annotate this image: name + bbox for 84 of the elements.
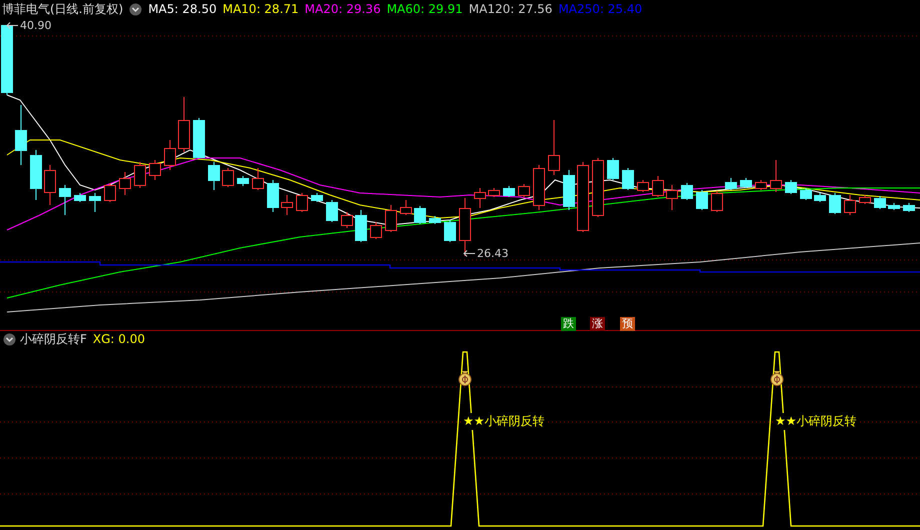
falling-candlestick [681,182,693,200]
rising-candlestick [666,184,678,210]
rising-candlestick [119,172,131,196]
moving-average-label: MA10: 28.71 [222,2,299,16]
indicator-value: XG: 0.00 [92,332,146,346]
rising-candlestick [548,120,560,176]
falling-candlestick [503,186,515,198]
left-arrow-icon [6,22,18,29]
falling-candlestick [740,178,752,188]
rising-candlestick [222,168,234,188]
moving-average-label: MA5: 28.50 [148,2,217,16]
falling-candlestick [237,176,249,186]
falling-candlestick [326,200,338,222]
rising-candlestick [711,190,723,212]
money-bag-icon [458,371,472,386]
falling-candlestick [563,170,575,210]
rising-candlestick [637,180,649,192]
falling-candlestick [355,210,367,242]
signal-marker: 预 [620,317,635,331]
falling-candlestick [888,202,900,210]
rising-candlestick [592,158,604,218]
falling-candlestick [696,190,708,210]
rising-candlestick [281,194,293,216]
indicator-title: 小碎阴反转F [20,330,87,348]
falling-candlestick [1,24,13,96]
rising-candlestick [400,200,412,216]
rising-candlestick [252,168,264,190]
rising-candlestick [577,162,589,232]
rising-candlestick [474,188,486,208]
low-price-label: 26.43 [477,247,508,260]
falling-candlestick [874,196,886,210]
signal-marker: 跌 [561,317,576,331]
rising-candlestick [459,198,471,256]
rising-candlestick [178,96,190,152]
rising-candlestick [385,204,397,232]
falling-candlestick [725,178,737,190]
rising-candlestick [370,222,382,240]
falling-candlestick [814,192,826,202]
rising-candlestick [518,184,530,198]
falling-candlestick [622,168,634,190]
falling-candlestick [59,184,71,216]
rising-candlestick [149,160,161,180]
falling-candlestick [785,180,797,194]
rising-candlestick [341,212,353,228]
dropdown-chevron-icon[interactable] [3,332,16,346]
rising-candlestick [164,140,176,170]
falling-candlestick [607,158,619,180]
falling-candlestick [208,162,220,190]
signal-label: ★★小碎阴反转 [463,413,545,430]
rising-candlestick [652,176,664,198]
falling-candlestick [800,188,812,200]
falling-candlestick [193,118,205,158]
moving-average-label: MA250: 25.40 [558,2,642,16]
signal-label: ★★小碎阴反转 [775,413,857,430]
stock-title: 博菲电气(日线.前复权) [2,0,124,18]
rising-candlestick [488,188,500,198]
falling-candlestick [903,202,915,212]
left-arrow-icon [463,250,475,257]
rising-candlestick [755,180,767,190]
rising-candlestick [770,160,782,192]
falling-candlestick [311,192,323,202]
moving-average-label: MA60: 29.91 [386,2,463,16]
rising-candlestick [859,194,871,204]
signal-marker: 涨 [590,317,605,331]
rising-candlestick [533,164,545,210]
falling-candlestick [429,216,441,224]
rising-candlestick [844,194,856,216]
falling-candlestick [267,180,279,212]
falling-candlestick [15,104,27,166]
rising-candlestick [134,162,146,188]
falling-candlestick [30,150,42,200]
rising-candlestick [44,164,56,206]
moving-average-label: MA120: 27.56 [468,2,552,16]
falling-candlestick [414,206,426,224]
rising-candlestick [104,182,116,202]
falling-candlestick [829,192,841,214]
high-price-label: 40.90 [20,19,52,32]
money-bag-icon [770,371,784,386]
rising-candlestick [296,192,308,212]
falling-candlestick [444,220,456,242]
falling-candlestick [74,192,86,202]
falling-candlestick [89,192,101,212]
moving-average-label: MA20: 29.36 [304,2,381,16]
dropdown-chevron-icon[interactable] [129,2,142,16]
